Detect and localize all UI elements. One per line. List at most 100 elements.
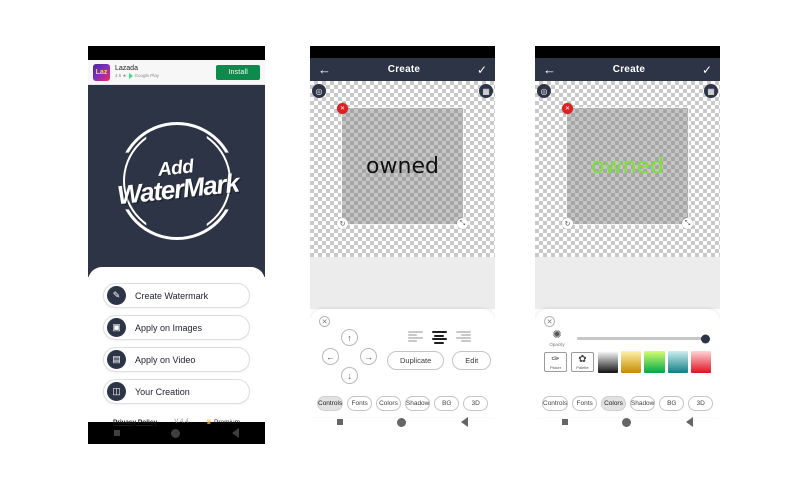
tab-fonts[interactable]: Fonts (572, 396, 598, 411)
text-object[interactable]: owned ✕ ↻ ⤡ (337, 103, 468, 229)
app-hero: Add WaterMark (88, 85, 265, 277)
nudge-up-button[interactable]: ↑ (341, 329, 358, 346)
install-button[interactable]: Install (216, 64, 260, 80)
google-play-icon (128, 73, 133, 80)
menu-label: Apply on Images (135, 322, 203, 333)
align-left-icon[interactable] (407, 331, 423, 344)
editor-canvas[interactable]: ◎ ▦ owned ✕ ↻ ⤡ (535, 81, 720, 257)
grid-icon[interactable]: ▦ (704, 84, 718, 98)
back-arrow-icon[interactable]: ← (543, 63, 556, 76)
version-label: V 4.4 (174, 419, 189, 425)
grid-icon[interactable]: ▦ (479, 84, 493, 98)
folder-icon: ◫ (107, 382, 126, 401)
delete-handle-icon[interactable]: ✕ (337, 103, 348, 114)
back-triangle-icon[interactable] (460, 417, 468, 427)
layers-icon[interactable]: ◎ (312, 84, 326, 98)
home-circle-icon[interactable] (171, 428, 181, 438)
menu-item-apply-on-images[interactable]: ▣ Apply on Images (103, 315, 250, 340)
color-swatch-strip[interactable] (598, 351, 712, 373)
text-object[interactable]: owned ✕ ↻ ⤡ (562, 103, 693, 229)
watermark-icon: ✎ (107, 286, 126, 305)
opacity-control: ✺ Opacity (544, 330, 570, 348)
video-icon: ▤ (107, 350, 126, 369)
duplicate-button[interactable]: Duplicate (387, 350, 445, 370)
nudge-left-button[interactable]: ← (322, 348, 339, 365)
resize-handle-icon[interactable]: ⤡ (682, 218, 693, 229)
opacity-slider[interactable] (577, 334, 710, 343)
text-object-value: owned (591, 153, 664, 179)
tab-fonts[interactable]: Fonts (347, 396, 373, 411)
back-triangle-icon[interactable] (685, 417, 693, 427)
align-right-icon[interactable] (455, 331, 471, 344)
tab-colors[interactable]: Colors (601, 396, 626, 411)
ad-text-block: Lazada 4.6 ★ Google Play (115, 65, 211, 80)
editor-canvas[interactable]: ◎ ▦ owned ✕ ↻ ⤡ (310, 81, 495, 257)
crown-icon: ♛ (205, 419, 212, 426)
tab-3d[interactable]: 3D (463, 396, 489, 411)
done-check-icon[interactable]: ✓ (477, 64, 487, 76)
tab-3d[interactable]: 3D (688, 396, 714, 411)
panel-close-button[interactable]: ✕ (544, 316, 555, 327)
status-bar (88, 46, 265, 60)
layers-icon[interactable]: ◎ (537, 84, 551, 98)
tab-shadow[interactable]: Shadow (629, 396, 656, 411)
controls-panel: ✕ ↑ ← → ↓ Duplicate Edit Controls Fonts … (310, 309, 495, 417)
screenshot-stage: Lаz Lazada 4.6 ★ Google Play Install Add (0, 0, 800, 500)
color-picker-button[interactable]: ✑ Picker (544, 352, 567, 372)
nudge-right-button[interactable]: → (360, 348, 377, 365)
tab-bg[interactable]: BG (434, 396, 460, 411)
action-button-row: Duplicate Edit (387, 350, 492, 370)
editor-tab-bar: Controls Fonts Colors Shadow BG 3D (542, 396, 714, 411)
done-check-icon[interactable]: ✓ (702, 64, 712, 76)
back-triangle-icon[interactable] (232, 428, 240, 438)
opacity-slider-knob[interactable] (701, 334, 710, 343)
recents-square-icon[interactable] (562, 419, 569, 425)
rotate-handle-icon[interactable]: ↻ (562, 218, 573, 229)
edit-button[interactable]: Edit (452, 350, 492, 370)
tab-controls[interactable]: Controls (542, 396, 569, 411)
android-nav-bar (310, 417, 495, 427)
color-palette-button[interactable]: ✿ Palette (571, 352, 594, 372)
tab-bg[interactable]: BG (659, 396, 685, 411)
align-center-icon[interactable] (431, 331, 447, 344)
tab-shadow[interactable]: Shadow (404, 396, 431, 411)
status-bar (535, 46, 720, 58)
swatch-green[interactable] (644, 351, 665, 373)
recents-square-icon[interactable] (337, 419, 344, 425)
back-arrow-icon[interactable]: ← (318, 63, 331, 76)
ad-subtitle: 4.6 ★ Google Play (115, 73, 211, 80)
nudge-down-button[interactable]: ↓ (341, 367, 358, 384)
swatch-yellow[interactable] (621, 351, 642, 373)
resize-handle-icon[interactable]: ⤡ (457, 218, 468, 229)
colors-panel: ✕ ✺ Opacity ✑ Picker ✿ Palette Controls … (535, 309, 720, 417)
recents-square-icon[interactable] (113, 430, 120, 436)
rotate-handle-icon[interactable]: ↻ (337, 218, 348, 229)
android-nav-bar (535, 417, 720, 427)
palette-icon: ✿ (578, 354, 587, 365)
color-palette-label: Palette (576, 365, 589, 370)
color-source-row: ✑ Picker ✿ Palette (544, 351, 712, 373)
privacy-policy-link[interactable]: Privacy Policy (113, 419, 157, 426)
swatch-grayscale[interactable] (598, 351, 619, 373)
menu-item-apply-on-video[interactable]: ▤ Apply on Video (103, 347, 250, 372)
ad-banner[interactable]: Lаz Lazada 4.6 ★ Google Play Install (88, 60, 265, 85)
color-picker-label: Picker (549, 365, 562, 370)
home-circle-icon[interactable] (397, 417, 407, 427)
delete-handle-icon[interactable]: ✕ (562, 103, 573, 114)
home-circle-icon[interactable] (622, 417, 632, 427)
image-icon: ▣ (107, 318, 126, 337)
ad-store: Google Play (134, 73, 160, 79)
tab-colors[interactable]: Colors (376, 396, 401, 411)
menu-item-create-watermark[interactable]: ✎ Create Watermark (103, 283, 250, 308)
panel-close-button[interactable]: ✕ (319, 316, 330, 327)
logo-text: Add WaterMark (112, 116, 242, 246)
swatch-red[interactable] (690, 351, 712, 373)
swatch-teal[interactable] (667, 351, 688, 373)
canvas-backdrop (310, 257, 495, 309)
opacity-row: ✺ Opacity (544, 330, 711, 347)
premium-button[interactable]: ♛ Premium (205, 418, 240, 427)
ad-rating: 4.6 ★ (115, 73, 127, 79)
canvas-backdrop (535, 257, 720, 309)
menu-item-your-creation[interactable]: ◫ Your Creation (103, 379, 250, 404)
tab-controls[interactable]: Controls (317, 396, 344, 411)
